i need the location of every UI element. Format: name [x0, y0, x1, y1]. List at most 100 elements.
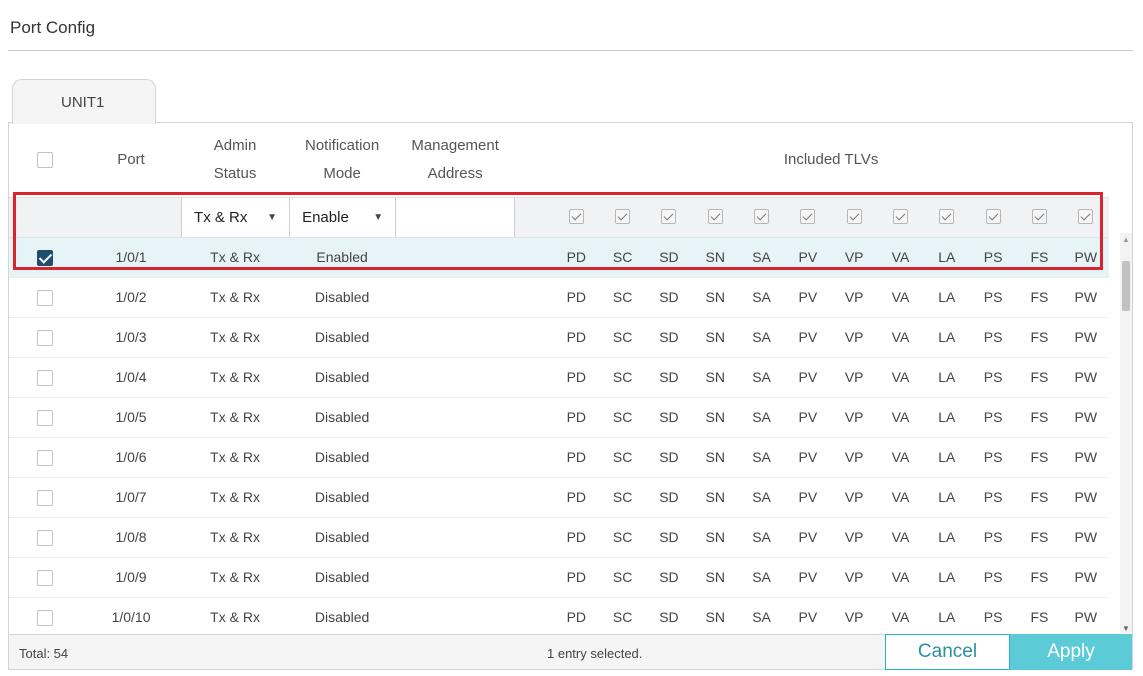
- row-select-cell[interactable]: [9, 397, 82, 438]
- filter-tlv-cell: [877, 197, 924, 238]
- filter-tlv-cell: [784, 197, 832, 238]
- table-row[interactable]: 1/0/10 Tx & Rx Disabled PD SC SD SN SA PV VP VA LA P…: [9, 597, 1109, 635]
- tlv-cell: SC: [599, 397, 646, 438]
- notification-mode-cell: Disabled: [289, 277, 396, 318]
- tlv-cell: LA: [923, 517, 970, 558]
- management-address-cell: [395, 437, 516, 478]
- tlv-cell: PD: [553, 517, 600, 558]
- tlv-checkbox[interactable]: [846, 209, 862, 225]
- management-address-input[interactable]: [395, 197, 516, 237]
- tlv-cell: VA: [877, 397, 924, 438]
- tlv-checkbox[interactable]: [707, 209, 723, 225]
- row-select-cell[interactable]: [9, 437, 82, 478]
- row-select-cell[interactable]: [9, 237, 82, 278]
- admin-status-cell: Tx & Rx: [181, 317, 290, 358]
- tlv-cell: PW: [1062, 437, 1109, 478]
- filter-cell-admin-status: Tx & Rx ▼: [181, 197, 290, 238]
- tlv-checkbox[interactable]: [800, 209, 816, 225]
- table-row[interactable]: 1/0/2 Tx & Rx Disabled PD SC SD SN SA PV VP VA LA PS…: [9, 277, 1109, 318]
- tlv-cell: FS: [1016, 557, 1063, 598]
- tlv-cell: LA: [923, 357, 970, 398]
- table-row[interactable]: 1/0/8 Tx & Rx Disabled PD SC SD SN SA PV VP VA LA PS…: [9, 517, 1109, 558]
- header-management-address-line1: Management: [411, 136, 499, 154]
- table-row[interactable]: 1/0/6 Tx & Rx Disabled PD SC SD SN SA PV VP VA LA PS…: [9, 437, 1109, 478]
- tlv-cell: PD: [553, 597, 600, 635]
- filter-tlv-cell: [553, 197, 600, 238]
- selection-status: 1 entry selected.: [547, 646, 643, 661]
- tlv-cell: FS: [1016, 357, 1063, 398]
- header-select-all[interactable]: [9, 123, 82, 198]
- tlv-checkbox[interactable]: [568, 209, 584, 225]
- scroll-down-arrow-icon[interactable]: ▼: [1122, 624, 1130, 633]
- tlv-checkbox[interactable]: [754, 209, 770, 225]
- row-select-cell[interactable]: [9, 517, 82, 558]
- tlv-checkbox[interactable]: [939, 209, 955, 225]
- port-config-panel: Port Admin Status Notification Mode Mana…: [8, 122, 1133, 670]
- tlv-cell: LA: [923, 437, 970, 478]
- tlv-cell: PS: [969, 237, 1017, 278]
- row-checkbox[interactable]: [37, 249, 53, 266]
- row-select-cell[interactable]: [9, 357, 82, 398]
- scroll-up-arrow-icon[interactable]: ▲: [1122, 235, 1130, 244]
- port-cell: 1/0/3: [81, 317, 182, 358]
- tlv-cell: SA: [738, 517, 785, 558]
- tab-unit1[interactable]: UNIT1: [12, 79, 156, 124]
- apply-button[interactable]: Apply: [1010, 634, 1132, 670]
- tlv-cell: SN: [692, 477, 739, 518]
- tlv-checkbox[interactable]: [985, 209, 1001, 225]
- management-address-cell: [395, 397, 516, 438]
- tlv-cell: VA: [877, 597, 924, 635]
- select-all-checkbox[interactable]: [37, 151, 53, 168]
- port-cell: 1/0/2: [81, 277, 182, 318]
- row-checkbox[interactable]: [37, 489, 53, 506]
- tlv-checkbox[interactable]: [1078, 209, 1094, 225]
- port-cell: 1/0/8: [81, 517, 182, 558]
- admin-status-select[interactable]: Tx & Rx ▼: [181, 197, 290, 237]
- row-checkbox[interactable]: [37, 529, 53, 546]
- row-select-cell[interactable]: [9, 477, 82, 518]
- tlv-cell: PD: [553, 317, 600, 358]
- row-checkbox[interactable]: [37, 409, 53, 426]
- table-row[interactable]: 1/0/1 Tx & Rx Enabled PD SC SD SN SA PV VP VA LA PS F…: [9, 237, 1109, 278]
- row-checkbox[interactable]: [37, 609, 53, 626]
- table-row[interactable]: 1/0/9 Tx & Rx Disabled PD SC SD SN SA PV VP VA LA PS…: [9, 557, 1109, 598]
- vertical-scrollbar[interactable]: ▲ ▼: [1120, 233, 1132, 635]
- table-row[interactable]: 1/0/7 Tx & Rx Disabled PD SC SD SN SA PV VP VA LA PS…: [9, 477, 1109, 518]
- notification-mode-cell: Disabled: [289, 397, 396, 438]
- row-select-cell[interactable]: [9, 317, 82, 358]
- cancel-button[interactable]: Cancel: [885, 634, 1010, 670]
- management-address-cell: [395, 357, 516, 398]
- row-checkbox[interactable]: [37, 569, 53, 586]
- tlv-checkbox[interactable]: [661, 209, 677, 225]
- filter-tlv-cell: [831, 197, 878, 238]
- header-spacer: [515, 123, 554, 198]
- tlv-checkbox[interactable]: [1031, 209, 1047, 225]
- tlv-checkbox[interactable]: [892, 209, 908, 225]
- tlv-cell: VA: [877, 357, 924, 398]
- tlv-cell: PS: [969, 357, 1017, 398]
- tlv-cell: FS: [1016, 597, 1063, 635]
- notification-mode-cell: Disabled: [289, 357, 396, 398]
- row-select-cell[interactable]: [9, 597, 82, 635]
- tlv-checkbox[interactable]: [615, 209, 631, 225]
- tlv-cell: SC: [599, 437, 646, 478]
- table-row[interactable]: 1/0/3 Tx & Rx Disabled PD SC SD SN SA PV VP VA LA PS…: [9, 317, 1109, 358]
- filter-cell-port: [81, 197, 182, 238]
- row-checkbox[interactable]: [37, 289, 53, 306]
- scrollbar-thumb[interactable]: [1122, 261, 1130, 311]
- tlv-cell: PD: [553, 397, 600, 438]
- admin-status-cell: Tx & Rx: [181, 397, 290, 438]
- row-select-cell[interactable]: [9, 277, 82, 318]
- tlv-cell: PS: [969, 397, 1017, 438]
- row-checkbox[interactable]: [37, 329, 53, 346]
- tlv-cell: VP: [831, 357, 878, 398]
- notification-mode-select[interactable]: Enable ▼: [289, 197, 396, 237]
- row-checkbox[interactable]: [37, 449, 53, 466]
- tlv-cell: SA: [738, 477, 785, 518]
- table-row[interactable]: 1/0/5 Tx & Rx Disabled PD SC SD SN SA PV VP VA LA PS…: [9, 397, 1109, 438]
- notification-mode-cell: Disabled: [289, 477, 396, 518]
- table-row[interactable]: 1/0/4 Tx & Rx Disabled PD SC SD SN SA PV VP VA LA PS…: [9, 357, 1109, 398]
- row-select-cell[interactable]: [9, 557, 82, 598]
- row-checkbox[interactable]: [37, 369, 53, 386]
- tlv-cell: SA: [738, 597, 785, 635]
